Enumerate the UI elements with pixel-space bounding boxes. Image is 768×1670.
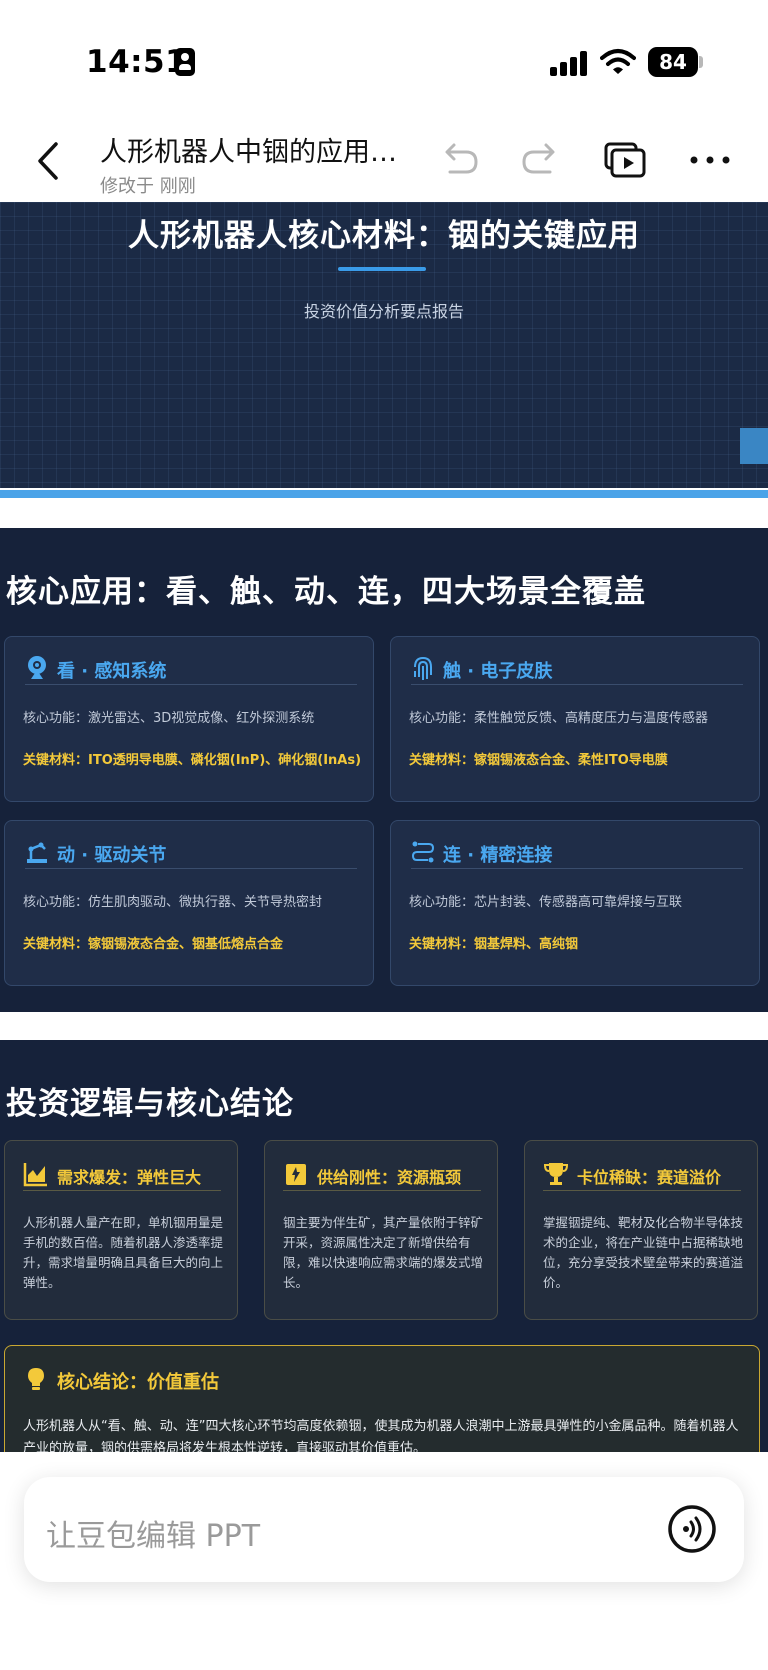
logic-card-position: 卡位稀缺：赛道溢价 掌握铟提纯、靶材及化合物半导体技术的企业，将在产业链中占据稀… (524, 1140, 758, 1320)
logic-card-title: 卡位稀缺：赛道溢价 (577, 1168, 722, 1187)
logic-card-body: 铟主要为伴生矿，其产量依附于锌矿开采，资源属性决定了新增供给有限，难以快速响应需… (283, 1215, 484, 1290)
logic-card-header: 卡位稀缺：赛道溢价 (543, 1161, 741, 1191)
battery-tip (699, 56, 703, 68)
card-materials: 关键材料：镓铟锡液态合金、柔性ITO导电膜 (409, 753, 668, 768)
present-slideshow-icon[interactable] (603, 138, 647, 182)
slide-2[interactable]: 核心应用：看、触、动、连，四大场景全覆盖 看 · 感知系统 核心功能：激光雷达、… (0, 528, 768, 1012)
title-underline (338, 267, 426, 271)
bottom-panel: 让豆包编辑 PPT (0, 1452, 768, 1670)
contact-badge-icon (175, 48, 195, 76)
route-icon (411, 841, 435, 863)
card-header: 看 · 感知系统 (25, 655, 357, 685)
document-modified-time: 修改于 刚刚 (100, 176, 196, 197)
application-card-connect: 连 · 精密连接 核心功能：芯片封装、传感器高可靠焊接与互联 关键材料：铟基焊料… (390, 820, 760, 986)
slide-2-title: 核心应用：看、触、动、连，四大场景全覆盖 (6, 574, 646, 610)
mine-icon (286, 1164, 306, 1185)
robot-arm-icon (27, 842, 47, 863)
logic-card-title: 需求爆发：弹性巨大 (57, 1168, 202, 1187)
status-bar: 14:51 84 (0, 0, 768, 120)
card-materials: 关键材料：镓铟锡液态合金、铟基低熔点合金 (23, 937, 284, 952)
ai-edit-input[interactable]: 让豆包编辑 PPT (24, 1477, 744, 1582)
card-title: 看 · 感知系统 (57, 661, 167, 682)
card-materials: 关键材料：ITO透明导电膜、磷化铟(InP)、砷化铟(InAs) (23, 753, 362, 768)
card-header: 触 · 电子皮肤 (411, 655, 743, 685)
chart-area-icon (23, 1163, 47, 1187)
application-card-move: 动 · 驱动关节 核心功能：仿生肌肉驱动、微执行器、关节导热密封 关键材料：镓铟… (4, 820, 374, 986)
slide-3-title: 投资逻辑与核心结论 (6, 1086, 294, 1122)
card-function: 核心功能：仿生肌肉驱动、微执行器、关节导热密封 (23, 895, 323, 910)
logic-card-demand: 需求爆发：弹性巨大 人形机器人量产在即，单机铟用量是手机的数百倍。随着机器人渗透… (4, 1140, 238, 1320)
voice-input-icon[interactable] (667, 1504, 717, 1554)
logic-card-supply: 供给刚性：资源瓶颈 铟主要为伴生矿，其产量依附于锌矿开采，资源属性决定了新增供给… (264, 1140, 498, 1320)
webcam-icon (28, 656, 46, 679)
document-title: 人形机器人中铟的应用… (100, 137, 397, 168)
slide-3[interactable]: 投资逻辑与核心结论 需求爆发：弹性巨大 人形机器人量产在即，单机铟用量是手机的数… (0, 1040, 768, 1452)
logic-card-header: 需求爆发：弹性巨大 (23, 1161, 221, 1191)
slide-document[interactable]: 人形机器人核心材料：铟的关键应用 投资价值分析要点报告 核心应用：看、触、动、连… (0, 202, 768, 1452)
nav-bar: 人形机器人中铟的应用… 修改于 刚刚 (0, 120, 768, 202)
conclusion-title: 核心结论：价值重估 (57, 1372, 219, 1393)
more-options-icon[interactable] (688, 138, 732, 182)
card-header: 动 · 驱动关节 (25, 839, 357, 869)
application-card-touch: 触 · 电子皮肤 核心功能：柔性触觉反馈、高精度压力与温度传感器 关键材料：镓铟… (390, 636, 760, 802)
cellular-signal-icon (550, 50, 588, 76)
status-time: 14:51 (86, 44, 188, 80)
slide-1-bottom-bar (0, 490, 768, 498)
card-materials: 关键材料：铟基焊料、高纯铟 (409, 937, 579, 952)
card-header: 连 · 精密连接 (411, 839, 743, 869)
redo-icon[interactable] (520, 138, 564, 182)
application-card-see: 看 · 感知系统 核心功能：激光雷达、3D视觉成像、红外探测系统 关键材料：IT… (4, 636, 374, 802)
decorative-square (740, 428, 768, 464)
fingerprint-icon (414, 656, 432, 680)
lightbulb-icon (28, 1368, 44, 1390)
card-function: 核心功能：芯片封装、传感器高可靠焊接与互联 (409, 895, 683, 910)
slide-1-title: 人形机器人核心材料：铟的关键应用 (128, 218, 640, 254)
logic-card-body: 人形机器人量产在即，单机铟用量是手机的数百倍。随着机器人渗透率提升，需求增量明确… (23, 1215, 224, 1290)
card-title: 连 · 精密连接 (443, 845, 553, 866)
battery-indicator: 84 (648, 47, 698, 77)
slide-1[interactable]: 人形机器人核心材料：铟的关键应用 投资价值分析要点报告 (0, 202, 768, 488)
conclusion-card: 核心结论：价值重估 人形机器人从“看、触、动、连”四大核心环节均高度依赖铟，使其… (4, 1345, 760, 1452)
back-arrow-icon[interactable] (30, 138, 70, 184)
card-title: 动 · 驱动关节 (57, 845, 167, 866)
undo-icon[interactable] (436, 138, 480, 182)
slide-1-subtitle: 投资价值分析要点报告 (303, 302, 464, 321)
ai-edit-placeholder: 让豆包编辑 PPT (46, 1519, 261, 1554)
card-function: 核心功能：激光雷达、3D视觉成像、红外探测系统 (23, 711, 315, 726)
card-function: 核心功能：柔性触觉反馈、高精度压力与温度传感器 (409, 711, 709, 726)
card-title: 触 · 电子皮肤 (443, 661, 553, 682)
logic-card-title: 供给刚性：资源瓶颈 (317, 1168, 462, 1187)
trophy-icon (543, 1163, 569, 1185)
logic-card-body: 掌握铟提纯、靶材及化合物半导体技术的企业，将在产业链中占据稀缺地位，充分享受技术… (543, 1215, 744, 1290)
logic-card-header: 供给刚性：资源瓶颈 (283, 1161, 481, 1191)
conclusion-body: 人形机器人从“看、触、动、连”四大核心环节均高度依赖铟，使其成为机器人浪潮中上游… (23, 1419, 739, 1452)
wifi-icon (600, 49, 636, 74)
